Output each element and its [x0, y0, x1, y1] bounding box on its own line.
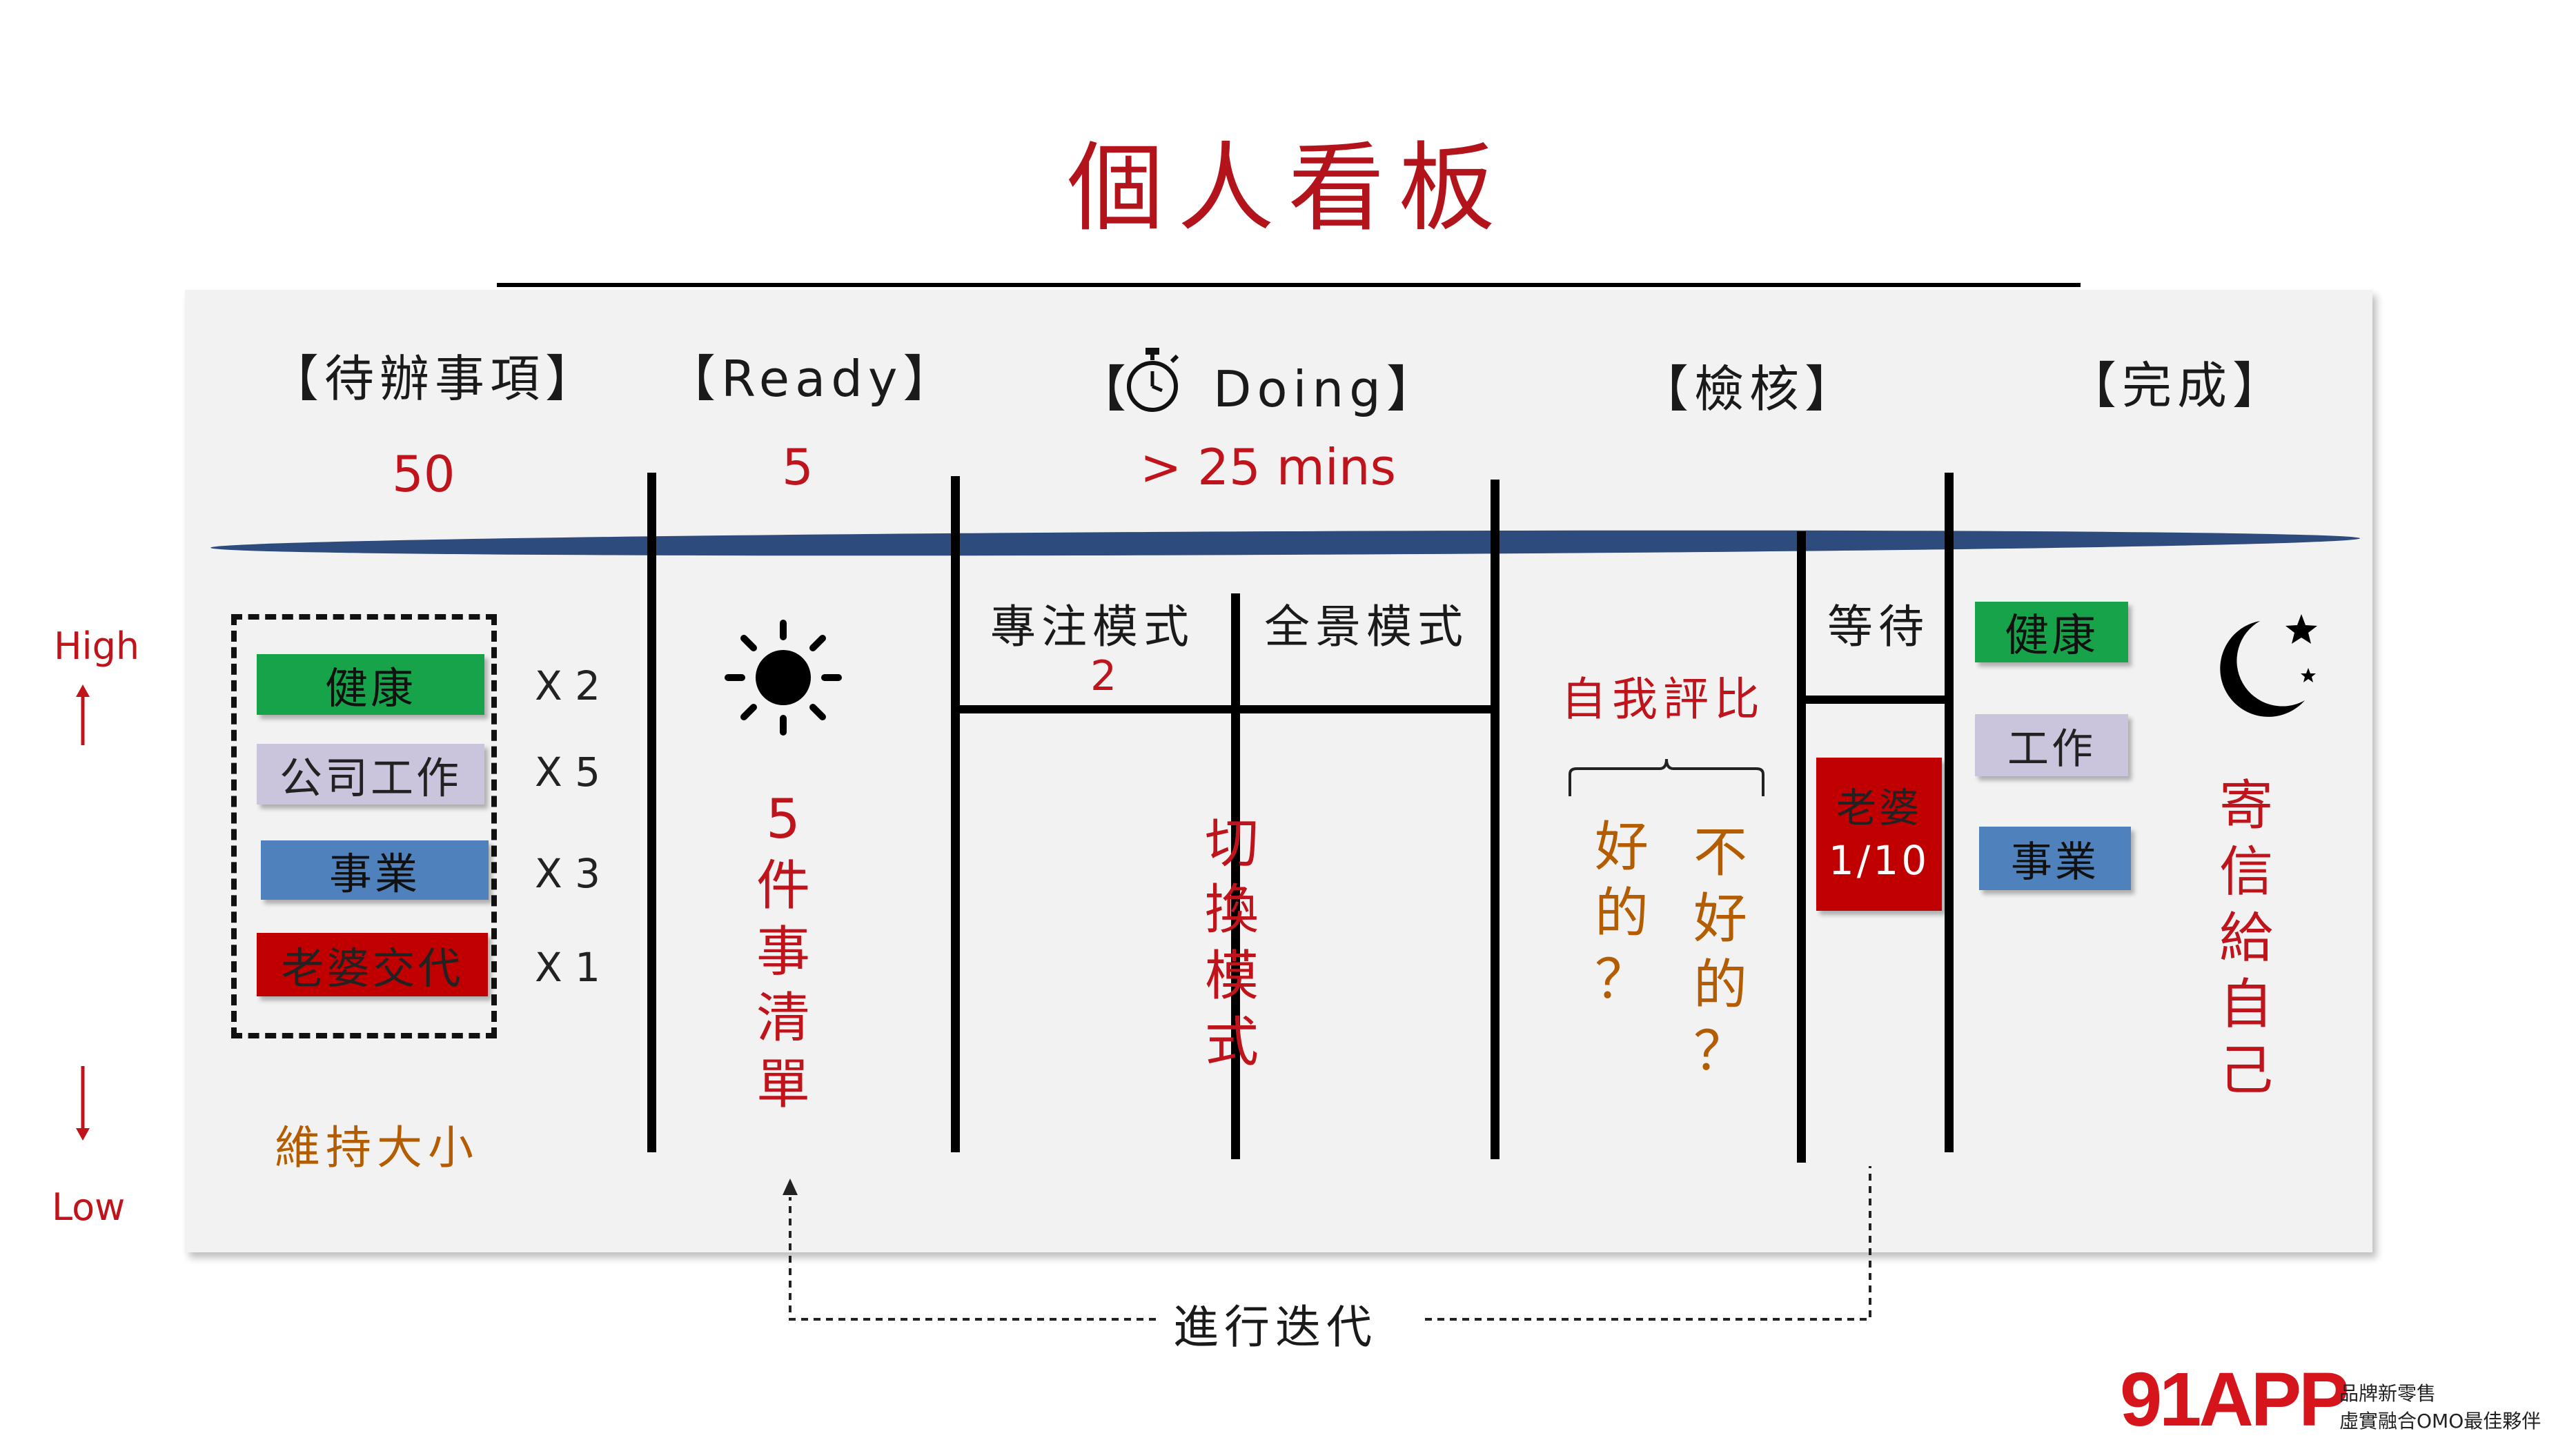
logo-tagline-2: 虛實融合OMO最佳夥伴 [2339, 1410, 2541, 1432]
iterate-loop-arrow [783, 1166, 1871, 1321]
logo-91app: 91APP [2120, 1357, 2350, 1442]
logo-tagline-1: 品牌新零售 [2339, 1382, 2437, 1405]
iterate-label: 進行迭代 [1173, 1301, 1377, 1354]
